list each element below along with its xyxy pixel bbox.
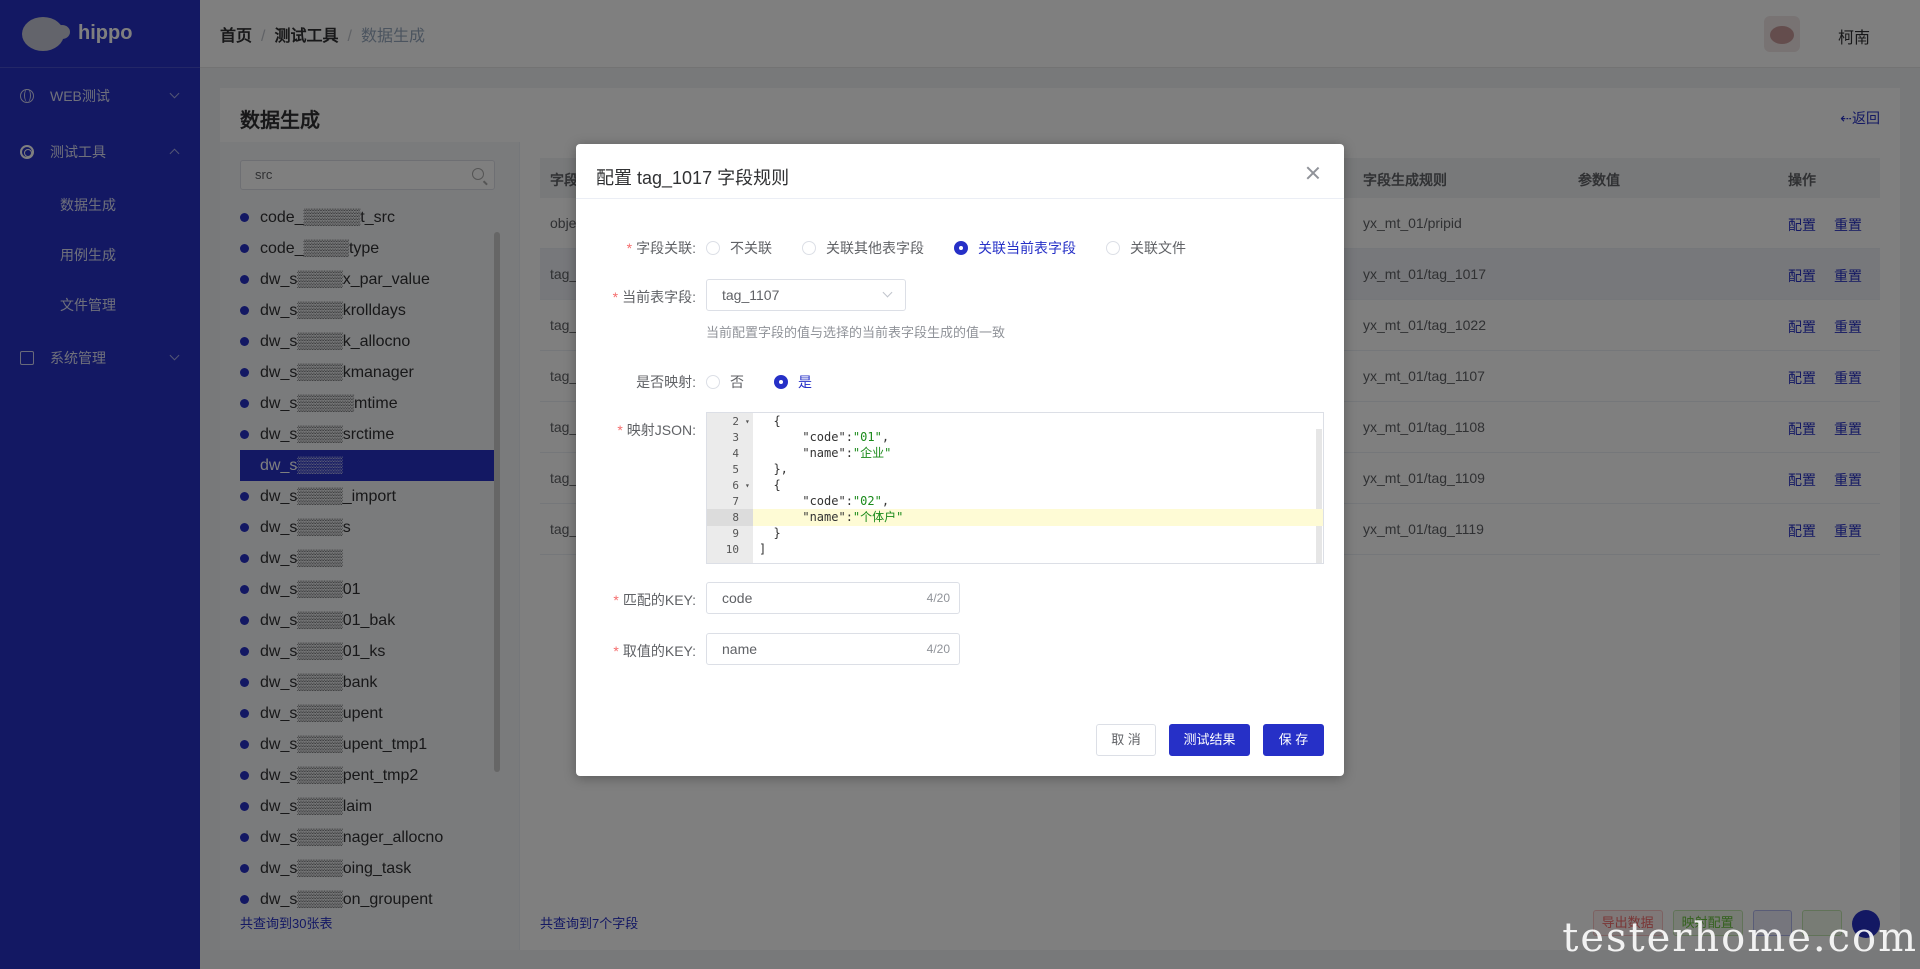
fold-toggle-icon[interactable]: ▾ [745,477,750,494]
chevron-down-icon [882,287,893,298]
code-text: "code":"02", [759,494,890,508]
code-line: 2 {▾ [707,413,1323,430]
test-result-button[interactable]: 测试结果 [1169,724,1250,756]
radio-icon [774,375,788,389]
code-text: { [759,414,781,428]
code-line: 6 {▾ [707,477,1323,494]
radio-file[interactable]: 关联文件 [1106,238,1186,258]
code-text: "name":"企业" [759,446,892,460]
code-line: 4 "name":"企业" [707,445,1323,462]
current-field-label: * 当前表字段: [612,289,696,305]
match-key-value: code [722,590,753,606]
code-text: "name":"个体户" [759,510,904,524]
value-key-input[interactable]: name 4/20 [706,633,960,665]
code-text: }, [759,462,788,476]
value-key-label: * 取值的KEY: [613,643,696,659]
current-field-select[interactable]: tag_1107 [706,279,906,311]
radio-mapping-no[interactable]: 否 [706,372,744,392]
code-line: 8 "name":"个体户" [707,509,1323,526]
json-editor[interactable]: 2 {▾ 3 "code":"01", 4 "name":"企业" 5 }, 6 {▾ 7… [706,412,1324,564]
radio-mapping-yes[interactable]: 是 [774,372,812,392]
radio-icon [706,375,720,389]
code-line: 5 }, [707,461,1323,478]
char-counter: 4/20 [926,591,950,605]
json-label: * 映射JSON: [617,422,696,438]
select-value: tag_1107 [722,287,780,303]
match-key-input[interactable]: code 4/20 [706,582,960,614]
code-line: 9 } [707,525,1323,542]
line-number: 3 [732,431,739,444]
radio-icon [802,241,816,255]
match-key-label: * 匹配的KEY: [613,592,696,608]
save-button[interactable]: 保 存 [1263,724,1324,756]
line-number: 5 [732,463,739,476]
field-rule-dialog: 配置 tag_1017 字段规则 * 字段关联: 不关联 关联其他表字段 关联当前… [576,144,1344,776]
line-number: 9 [732,527,739,540]
radio-icon [706,241,720,255]
mapping-label: 是否映射: [636,374,696,390]
line-number: 8 [707,509,753,526]
radio-icon [1106,241,1120,255]
dialog-title: 配置 tag_1017 字段规则 [596,168,790,188]
cancel-button[interactable]: 取 消 [1096,724,1156,756]
line-number: 7 [732,495,739,508]
code-line: 3 "code":"01", [707,429,1323,446]
line-number: 10 [725,543,739,556]
field-hint: 当前配置字段的值与选择的当前表字段生成的值一致 [706,325,1006,340]
code-text: } [759,526,781,540]
relation-label: * 字段关联: [626,240,696,256]
value-key-value: name [722,641,758,657]
code-line: 7 "code":"02", [707,493,1323,510]
code-text: { [759,478,781,492]
char-counter: 4/20 [926,642,950,656]
radio-other-table[interactable]: 关联其他表字段 [802,238,924,258]
code-line: 10] [707,541,1323,558]
code-text: ] [759,542,767,556]
radio-current-table[interactable]: 关联当前表字段 [954,238,1076,258]
radio-icon [954,241,968,255]
fold-toggle-icon[interactable]: ▾ [745,413,750,430]
line-number: 4 [732,447,739,460]
dialog-divider [576,198,1344,199]
radio-no-relation[interactable]: 不关联 [706,238,772,258]
watermark: testerhome.com [1562,915,1918,961]
close-icon[interactable] [1306,166,1320,180]
code-text: "code":"01", [759,430,890,444]
